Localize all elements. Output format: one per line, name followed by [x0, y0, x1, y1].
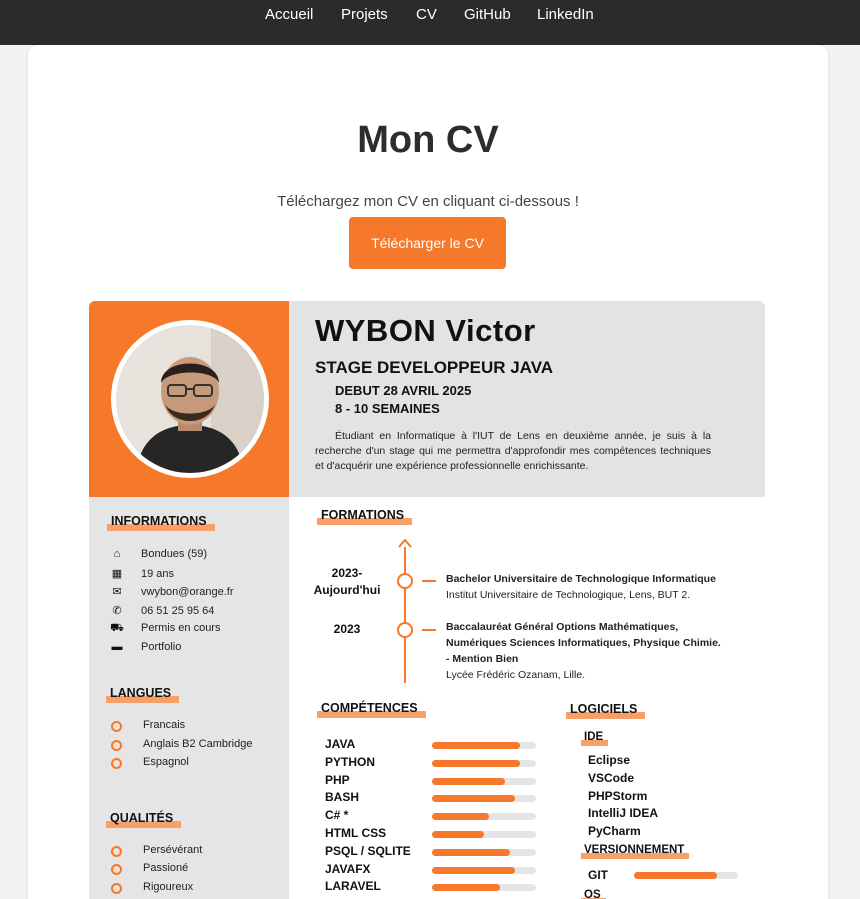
skill-level-bar — [432, 742, 536, 749]
skill-label: JAVAFX — [325, 861, 371, 876]
logiciels-heading: LOGICIELS — [566, 702, 646, 719]
briefcase-icon: ▬ — [111, 641, 123, 653]
skill-level-fill — [432, 742, 521, 749]
home-icon: ⌂ — [113, 548, 121, 560]
bullet-icon — [111, 740, 122, 751]
profile-photo — [111, 320, 269, 478]
skill-level-bar — [432, 831, 536, 838]
competences-heading: COMPÉTENCES — [317, 701, 426, 718]
formation-item: Bachelor Universitaire de Technologique … — [446, 573, 716, 601]
info-license: ⛟ Permis en cours — [110, 622, 221, 634]
qualite-item: Rigoureux — [143, 881, 194, 893]
skill-level-bar — [432, 795, 536, 803]
skill-label: BASH — [325, 790, 360, 805]
download-prompt: Téléchargez mon CV en cliquant ci-dessou… — [277, 193, 579, 210]
timeline-line — [404, 547, 406, 683]
timeline-dot — [397, 573, 413, 589]
page-title: Mon CV — [357, 119, 499, 161]
software-item: VSCode — [588, 771, 635, 785]
info-phone: ✆ 06 51 25 95 64 — [109, 604, 214, 617]
langues-heading: LANGUES — [106, 686, 180, 703]
calendar-icon: ▦ — [111, 568, 123, 580]
info-email: ✉ vwybon@orange.fr — [109, 585, 233, 598]
software-item: GIT — [588, 868, 608, 882]
formations-heading: FORMATIONS — [317, 508, 413, 525]
info-age: ▦ 19 ans — [109, 567, 174, 580]
cv-start-date: DEBUT 28 AVRIL 2025 — [335, 383, 472, 398]
langue-item: Espagnol — [143, 756, 189, 768]
software-item: Eclipse — [588, 753, 631, 767]
skill-label: C# * — [325, 808, 349, 823]
skill-level-fill — [432, 795, 516, 803]
download-cv-button[interactable]: Télécharger le CV — [349, 217, 506, 269]
skill-level-bar — [432, 759, 536, 767]
nav-link-projets[interactable]: Projets — [341, 6, 388, 23]
nav-link-accueil[interactable]: Accueil — [265, 6, 313, 23]
top-nav: Accueil Projets CV GitHub LinkedIn — [0, 0, 860, 45]
skill-level-bar — [432, 813, 536, 821]
skill-label: JAVA — [325, 737, 356, 751]
timeline-dot — [397, 622, 413, 638]
langue-item: Anglais B2 Cambridge — [143, 738, 253, 750]
bullet-icon — [111, 721, 122, 732]
timeline-arrow-icon — [398, 539, 412, 548]
bullet-icon — [111, 883, 122, 894]
cv-name: WYBON Victor — [315, 313, 536, 348]
timeline-dash — [422, 629, 436, 631]
qualites-heading: QUALITÉS — [106, 811, 182, 828]
nav-link-linkedin[interactable]: LinkedIn — [537, 6, 594, 23]
info-portfolio: ▬ Portfolio — [109, 641, 182, 653]
cv-image: WYBON Victor STAGE DEVELOPPEUR JAVA DEBU… — [89, 301, 765, 899]
formation-year: 2023- Aujourd'hui — [313, 566, 381, 597]
cv-role: STAGE DEVELOPPEUR JAVA — [315, 358, 554, 377]
skill-level-fill — [432, 777, 505, 785]
timeline-dash — [422, 580, 436, 582]
car-icon: ⛟ — [110, 622, 124, 634]
skill-level-fill — [432, 831, 484, 838]
skill-label: PSQL / SQLITE — [325, 843, 411, 858]
skill-label: PYTHON — [325, 754, 376, 769]
informations-heading: INFORMATIONS — [107, 514, 215, 531]
skill-level-bar — [432, 848, 536, 856]
cv-duration: 8 - 10 SEMAINES — [335, 401, 440, 416]
skill-level-bar — [432, 884, 536, 892]
skill-level-bar — [432, 777, 536, 785]
software-item: PHPStorm — [588, 789, 648, 803]
formation-item: Baccalauréat Général Options Mathématiqu… — [446, 621, 721, 681]
git-level-fill — [634, 872, 718, 879]
software-item: IntelliJ IDEA — [588, 806, 659, 820]
software-item: PyCharm — [588, 824, 641, 838]
cv-intro: Étudiant en Informatique à l'IUT de Lens… — [315, 430, 711, 472]
ide-heading: IDE — [581, 731, 609, 746]
skill-level-fill — [432, 813, 490, 821]
git-level-bar — [634, 872, 738, 879]
nav-link-cv[interactable]: CV — [416, 6, 437, 23]
qualite-item: Passioné — [143, 862, 189, 874]
bullet-icon — [111, 758, 122, 769]
skill-level-fill — [432, 866, 516, 874]
langue-item: Francais — [143, 719, 186, 731]
info-location: ⌂ Bondues (59) — [109, 548, 207, 560]
skill-label: HTML CSS — [325, 826, 387, 840]
qualite-item: Persévérant — [143, 844, 203, 856]
bullet-icon — [111, 864, 122, 875]
skill-label: LARAVEL — [325, 879, 381, 894]
skill-level-fill — [432, 759, 521, 767]
skill-level-fill — [432, 884, 500, 892]
os-heading: OS — [581, 889, 606, 899]
skill-level-fill — [432, 848, 510, 856]
nav-link-github[interactable]: GitHub — [464, 6, 511, 23]
versionnement-heading: VERSIONNEMENT — [581, 844, 690, 859]
mail-icon: ✉ — [112, 586, 122, 598]
skill-label: PHP — [325, 772, 350, 787]
bullet-icon — [111, 846, 122, 857]
formation-year: 2023 — [333, 622, 361, 636]
profile-avatar-icon — [116, 325, 264, 473]
skill-level-bar — [432, 866, 536, 874]
phone-icon: ✆ — [112, 605, 122, 617]
